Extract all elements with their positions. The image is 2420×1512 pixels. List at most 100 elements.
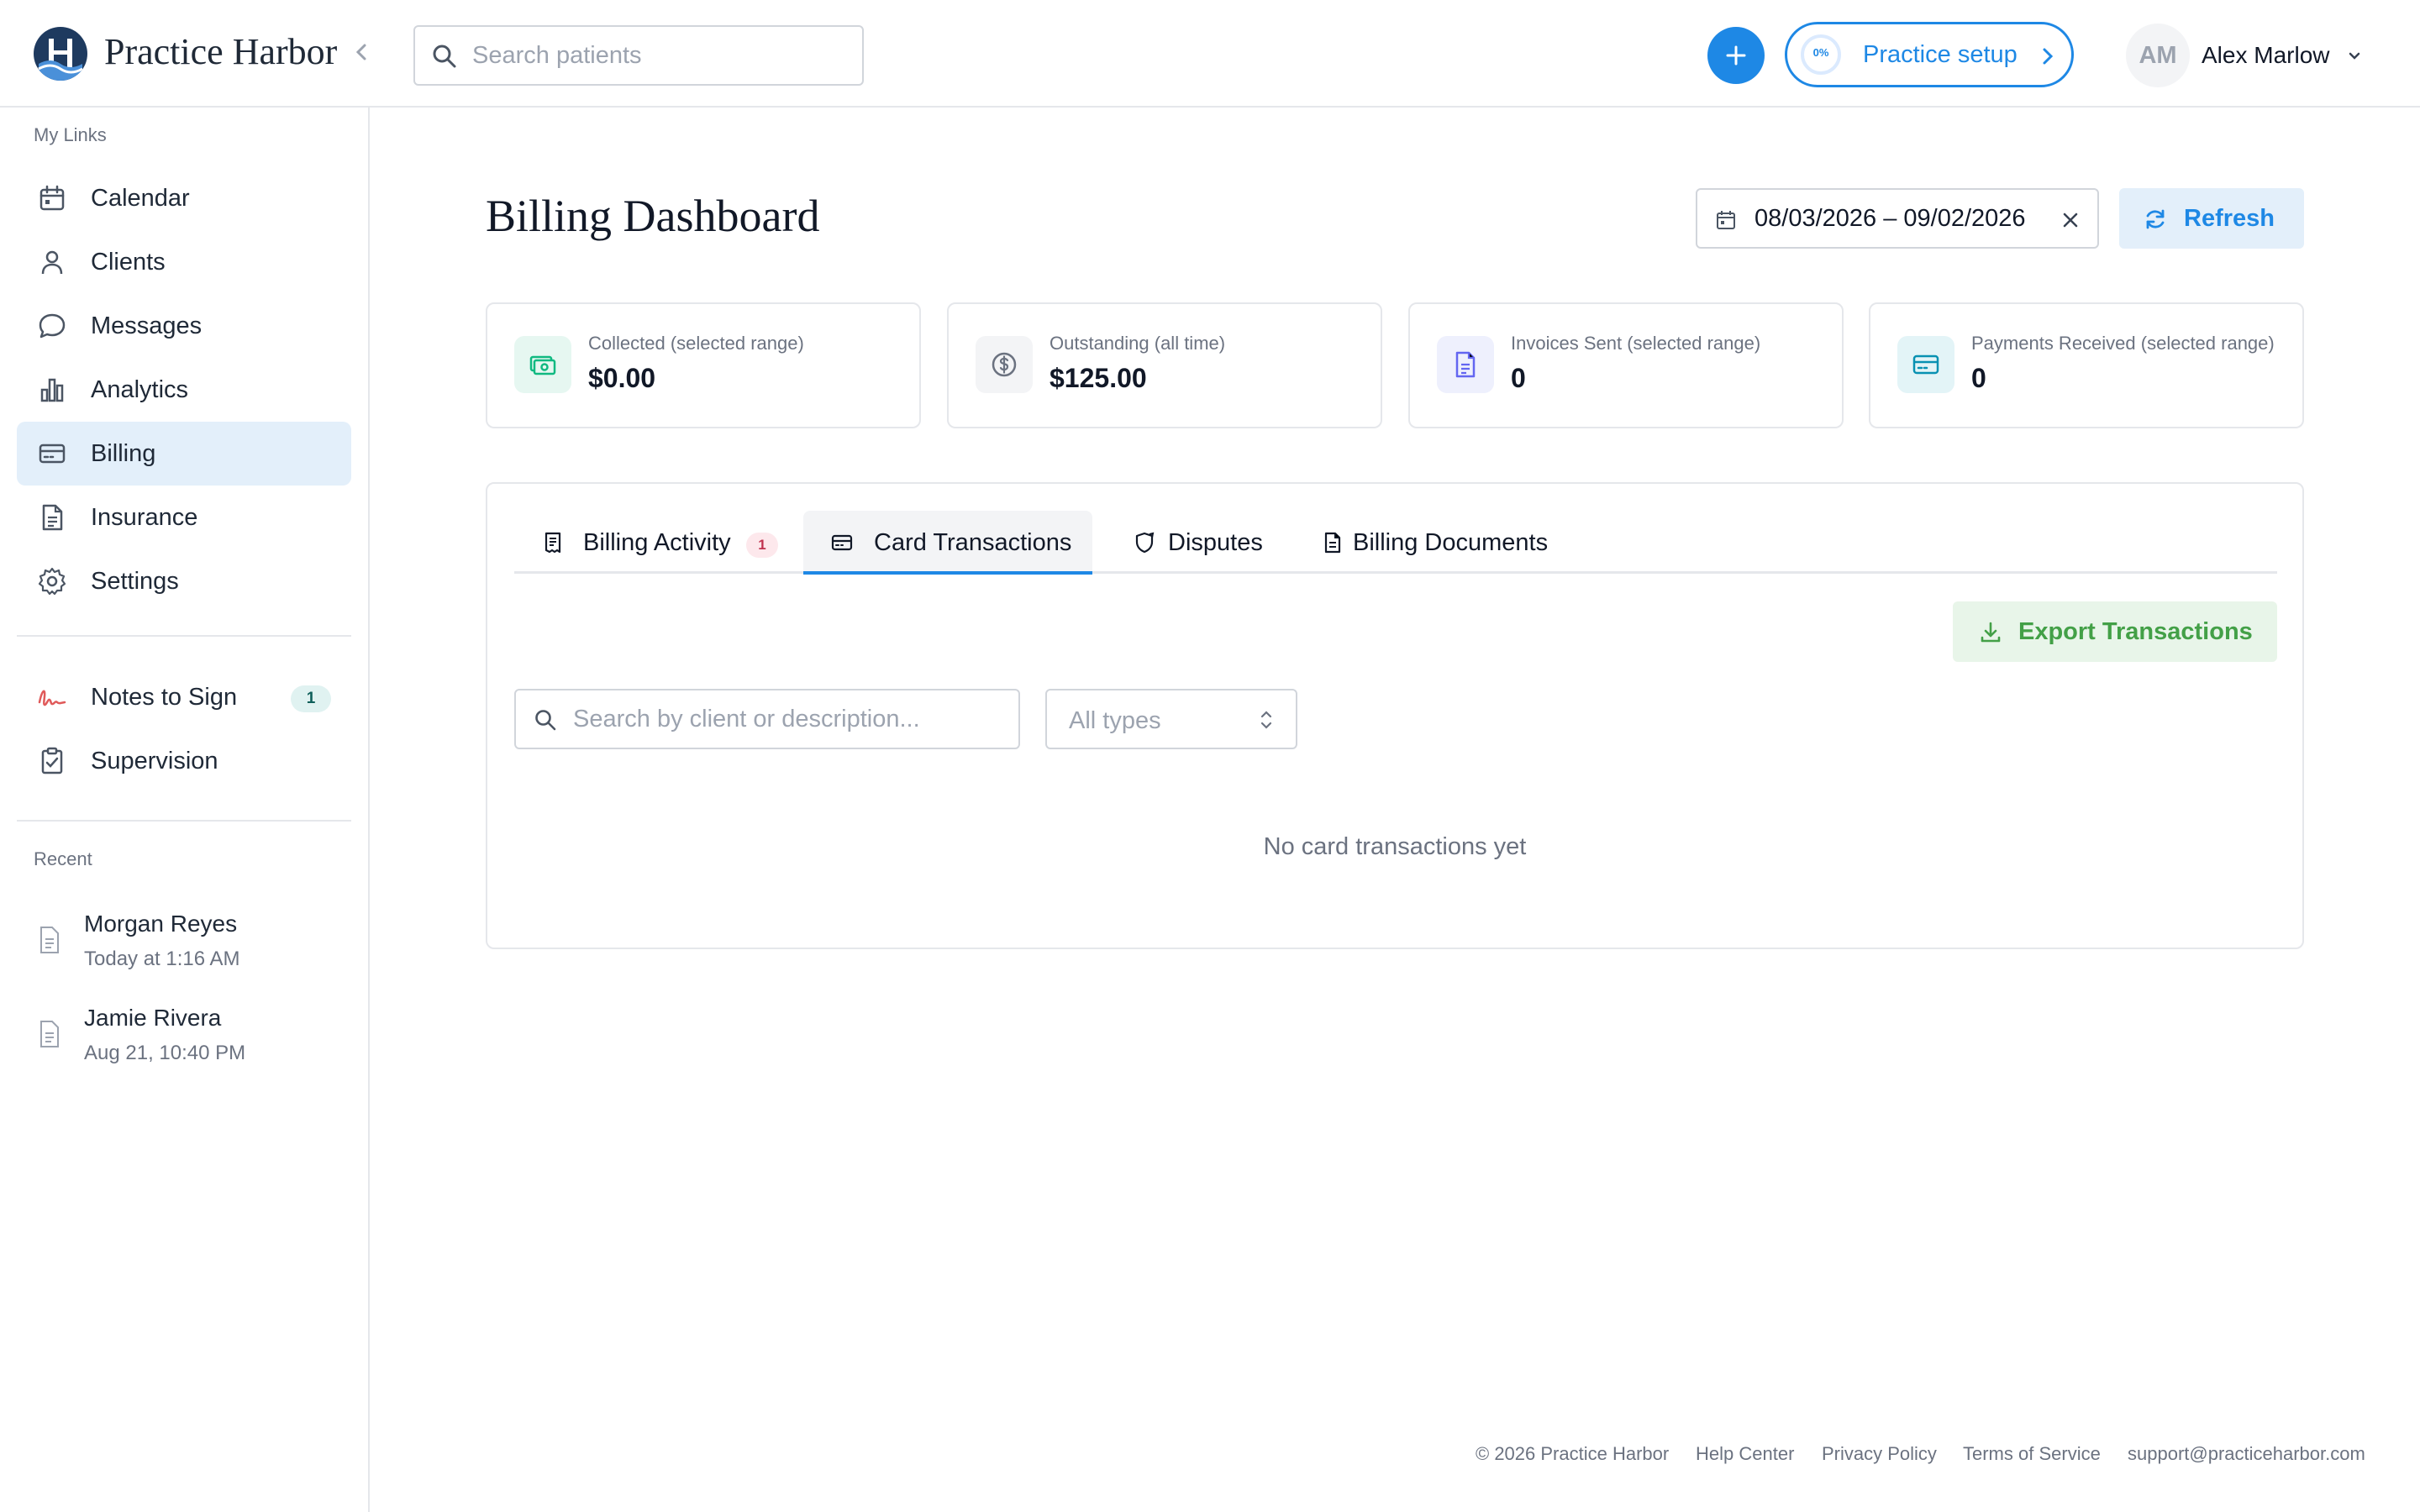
calendar-icon [1717,211,1735,229]
setup-progress-ring: 0% [1801,34,1841,75]
sidebar-divider [17,635,351,637]
page-title: Billing Dashboard [486,191,820,241]
sidebar-item-label: Calendar [91,185,190,212]
stat-icon-bg [514,336,571,393]
signature-icon [38,690,66,706]
recent-item-name: Morgan Reyes [84,911,238,937]
tab-disputes[interactable]: Disputes [1106,511,1291,575]
document-icon [42,504,63,531]
sidebar-item-label: Notes to Sign [91,684,238,711]
billing-activity-badge: 1 [746,533,778,558]
tab-card-transactions[interactable]: Card Transactions [803,511,1092,575]
avatar[interactable]: AM [2126,24,2190,87]
recent-item-morgan-reyes[interactable]: Morgan Reyes Today at 1:16 AM [17,902,351,986]
footer-link-terms-of-service[interactable]: Terms of Service [1963,1443,2101,1465]
sidebar-item-label: Messages [91,312,203,339]
transactions-search-input[interactable] [573,701,1002,738]
practice-harbor-logo[interactable] [34,27,87,81]
transaction-type-select[interactable]: All types [1045,689,1297,749]
sidebar-item-label: Analytics [91,376,189,403]
stat-value: 0 [1971,363,1986,393]
tab-label: Disputes [1168,529,1263,556]
recent-item-time: Aug 21, 10:40 PM [84,1042,246,1064]
sidebar-item-messages[interactable]: Messages [17,294,351,358]
user-name[interactable]: Alex Marlow [2202,42,2329,69]
user-icon [41,250,63,275]
collapse-sidebar-button[interactable] [348,39,375,66]
footer-copyright: © 2026 Practice Harbor [1476,1443,1670,1464]
dollar-circle-icon [992,352,1017,377]
sidebar-item-clients[interactable]: Clients [17,230,351,294]
recent-label: Recent [34,848,92,869]
stat-value: $0.00 [588,363,656,393]
practice-setup-button[interactable]: 0% Practice setup [1785,22,2074,87]
logo-mark-icon [38,39,83,81]
transaction-type-value: All types [1069,707,1161,734]
calendar-icon [39,185,65,211]
clear-date-icon[interactable] [2059,208,2082,232]
sidebar-item-analytics[interactable]: Analytics [17,358,351,422]
sidebar-item-label: Clients [91,249,166,276]
sidebar-item-settings[interactable]: Settings [17,549,351,613]
chevron-down-icon[interactable] [2344,45,2365,66]
file-icon [40,927,59,953]
stat-label: Collected (selected range) [588,333,804,354]
document-icon [1324,532,1341,554]
shield-refresh-icon [1135,532,1155,554]
stat-icon-bg [1897,336,1954,393]
export-transactions-label: Export Transactions [2018,618,2253,645]
practice-setup-label: Practice setup [1863,41,2018,68]
sidebar-item-notes-to-sign[interactable]: Notes to Sign 1 [17,665,351,729]
tab-billing-documents[interactable]: Billing Documents [1294,511,1563,575]
stat-icon-bg [976,336,1033,393]
sidebar-item-label: Insurance [91,504,198,531]
tab-label: Billing Activity [583,529,731,556]
empty-state-message: No card transactions yet [1263,833,1527,860]
bar-chart-icon [40,378,64,402]
search-icon [433,45,456,68]
file-icon [40,1021,59,1047]
footer-link-privacy-policy[interactable]: Privacy Policy [1822,1443,1937,1465]
cash-icon [529,355,556,375]
stat-value: 0 [1511,363,1526,393]
tab-billing-activity[interactable]: Billing Activity 1 [514,511,790,575]
select-arrows-icon [1260,711,1272,729]
refresh-button[interactable]: Refresh [2119,188,2304,249]
receipt-icon [544,532,561,554]
footer-link-support-email[interactable]: support@practiceharbor.com [2128,1443,2365,1465]
add-new-button[interactable] [1707,27,1765,84]
sidebar-item-billing[interactable]: Billing [17,422,351,486]
chevron-left-icon [355,44,366,60]
stat-card-payments-received: Payments Received (selected range) 0 [1869,302,2304,428]
credit-card-icon [39,444,66,464]
message-icon [39,313,66,339]
search-icon [535,710,556,731]
sidebar-item-calendar[interactable]: Calendar [17,166,351,230]
footer-link-help-center[interactable]: Help Center [1696,1443,1794,1465]
refresh-icon [2146,209,2165,229]
transactions-search[interactable] [514,689,1020,749]
download-icon [1981,622,2001,643]
sidebar-item-label: Billing [91,440,156,467]
patient-search-input[interactable] [472,37,842,74]
sidebar-item-label: Settings [91,568,179,595]
stat-label: Invoices Sent (selected range) [1511,333,1761,354]
export-transactions-button[interactable]: Export Transactions [1953,601,2277,662]
patient-search[interactable] [413,25,864,86]
recent-item-name: Jamie Rivera [84,1005,222,1031]
stat-value: $125.00 [1050,363,1147,393]
gear-icon [38,567,66,596]
sidebar-item-supervision[interactable]: Supervision [17,729,351,793]
stat-icon-bg [1437,336,1494,393]
brand-name: Practice Harbor [104,31,338,72]
notes-count-badge: 1 [291,685,331,712]
recent-item-jamie-rivera[interactable]: Jamie Rivera Aug 21, 10:40 PM [17,996,351,1080]
date-range-picker[interactable]: 08/03/2026 – 09/02/2026 [1696,188,2099,249]
invoice-icon [1455,351,1476,378]
tab-label: Billing Documents [1353,529,1549,556]
my-links-label: My Links [34,124,107,145]
recent-item-time: Today at 1:16 AM [84,948,240,970]
plus-icon [1726,45,1746,66]
sidebar: My Links Calendar Clients Messages Analy… [0,108,370,1512]
sidebar-item-insurance[interactable]: Insurance [17,486,351,549]
